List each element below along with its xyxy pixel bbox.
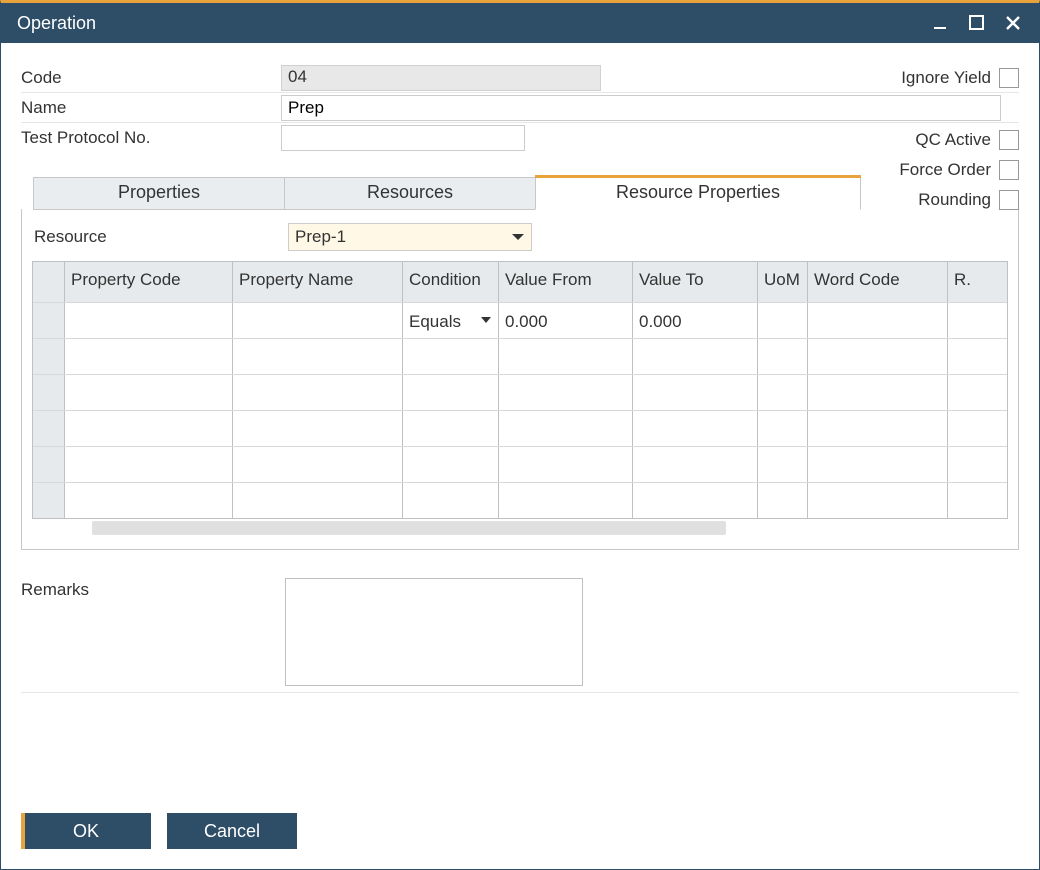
protocol-field[interactable] [281, 125, 525, 151]
minimize-icon[interactable] [927, 11, 955, 35]
qc-active-checkbox[interactable] [999, 130, 1019, 150]
cell-value-to[interactable]: 0.000 [633, 303, 758, 338]
tab-resource-properties[interactable]: Resource Properties [535, 177, 861, 210]
resource-combo[interactable]: Prep-1 [288, 223, 532, 251]
cell-value-from[interactable]: 0.000 [499, 303, 633, 338]
cell-r[interactable] [948, 303, 986, 338]
code-label: Code [21, 68, 281, 88]
cell-property-code[interactable] [65, 303, 233, 338]
maximize-icon[interactable] [963, 11, 991, 35]
cell-condition[interactable]: Equals [403, 303, 499, 338]
tab-resources[interactable]: Resources [284, 177, 536, 210]
remarks-label: Remarks [21, 578, 285, 686]
cell-property-name[interactable] [233, 303, 403, 338]
window-title: Operation [17, 13, 927, 34]
protocol-label: Test Protocol No. [21, 128, 281, 148]
resource-selected: Prep-1 [295, 227, 346, 247]
col-property-name[interactable]: Property Name [233, 262, 403, 302]
horizontal-scrollbar[interactable] [32, 519, 1008, 533]
code-field[interactable]: 04 [281, 65, 601, 91]
col-selector[interactable] [33, 262, 65, 302]
table-row[interactable] [33, 482, 1007, 518]
ok-button[interactable]: OK [21, 813, 151, 849]
col-word-code[interactable]: Word Code [808, 262, 948, 302]
tab-strip: Properties Resources Resource Properties [21, 177, 1019, 210]
chevron-down-icon [480, 314, 492, 326]
grid-header: Property Code Property Name Condition Va… [33, 262, 1007, 302]
col-condition[interactable]: Condition [403, 262, 499, 302]
cancel-button[interactable]: Cancel [167, 813, 297, 849]
name-row: Name [21, 93, 1019, 123]
scrollbar-thumb[interactable] [92, 521, 726, 535]
cell-uom[interactable] [758, 303, 808, 338]
remarks-row: Remarks [21, 578, 1019, 693]
window-controls [927, 11, 1027, 35]
ignore-yield-label: Ignore Yield [901, 68, 991, 88]
table-row[interactable]: Equals 0.000 0.000 [33, 302, 1007, 338]
code-row: Code 04 [21, 63, 1019, 93]
content-area: Code 04 Name Test Protocol No. Ignore Yi… [1, 43, 1039, 869]
col-uom[interactable]: UoM [758, 262, 808, 302]
table-row[interactable] [33, 410, 1007, 446]
property-grid: Property Code Property Name Condition Va… [32, 261, 1008, 519]
cell-word-code[interactable] [808, 303, 948, 338]
col-value-to[interactable]: Value To [633, 262, 758, 302]
table-row[interactable] [33, 446, 1007, 482]
name-label: Name [21, 98, 281, 118]
dialog-buttons: OK Cancel [21, 813, 297, 849]
resource-label: Resource [34, 227, 288, 247]
ignore-yield-row: Ignore Yield [899, 63, 1019, 93]
qc-active-label: QC Active [915, 130, 991, 150]
titlebar: Operation [1, 3, 1039, 43]
tab-panel-resource-properties: Resource Prep-1 Property Code Property N… [21, 209, 1019, 550]
ignore-yield-checkbox[interactable] [999, 68, 1019, 88]
col-value-from[interactable]: Value From [499, 262, 633, 302]
table-row[interactable] [33, 374, 1007, 410]
qc-active-row: QC Active [899, 125, 1019, 155]
name-field[interactable] [281, 95, 1001, 121]
tabs-container: Properties Resources Resource Properties… [21, 177, 1019, 550]
operation-window: Operation Code 04 Name Test Protocol No. [0, 0, 1040, 870]
protocol-row: Test Protocol No. [21, 123, 1019, 153]
chevron-down-icon [511, 230, 525, 244]
remarks-textarea[interactable] [285, 578, 583, 686]
tab-properties[interactable]: Properties [33, 177, 285, 210]
table-row[interactable] [33, 338, 1007, 374]
col-property-code[interactable]: Property Code [65, 262, 233, 302]
resource-row: Resource Prep-1 [32, 221, 1008, 261]
col-r[interactable]: R. [948, 262, 986, 302]
close-icon[interactable] [999, 11, 1027, 35]
